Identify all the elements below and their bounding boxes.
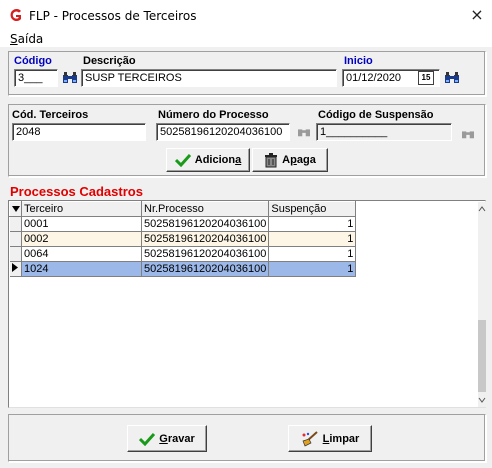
cell-suspensao[interactable]: 1 bbox=[268, 231, 357, 247]
menu-hotkey: S bbox=[10, 32, 18, 46]
calendar-icon[interactable]: 15 bbox=[418, 71, 434, 85]
numero-processo-field[interactable]: 50258196120204036100 bbox=[156, 123, 290, 141]
gravar-button[interactable]: Gravar bbox=[127, 425, 207, 452]
binoculars-icon bbox=[462, 131, 474, 139]
descricao-field[interactable]: SUSP TERCEIROS bbox=[81, 69, 337, 87]
processes-grid[interactable]: Terceiro Nr.Processo Suspenção 0001 5025… bbox=[8, 200, 486, 408]
cell-terceiro[interactable]: 0002 bbox=[21, 231, 142, 247]
scroll-thumb[interactable] bbox=[478, 320, 486, 392]
scroll-up-icon[interactable] bbox=[478, 206, 486, 212]
cell-terceiro[interactable]: 0001 bbox=[21, 216, 142, 232]
adiciona-button[interactable]: Adiciona bbox=[166, 148, 250, 172]
cell-terceiro[interactable]: 0064 bbox=[21, 246, 142, 262]
descricao-label: Descrição bbox=[83, 55, 136, 67]
menu-item-saida[interactable]: Saída bbox=[10, 32, 43, 46]
suspensao-search-button[interactable] bbox=[458, 125, 478, 143]
header-indicator bbox=[9, 201, 22, 217]
inicio-search-button[interactable] bbox=[442, 69, 462, 87]
cell-processo[interactable]: 50258196120204036100 bbox=[141, 216, 270, 232]
codigo-suspensao-label: Código de Suspensão bbox=[318, 109, 434, 121]
column-header-suspensao[interactable]: Suspenção bbox=[268, 201, 357, 217]
scroll-down-icon[interactable] bbox=[478, 397, 486, 403]
cod-terceiros-label: Cód. Terceiros bbox=[12, 109, 89, 121]
limpar-button[interactable]: Limpar bbox=[288, 425, 372, 452]
inicio-date-value: 01/12/2020 bbox=[346, 72, 402, 84]
grid-table: Terceiro Nr.Processo Suspenção 0001 5025… bbox=[9, 201, 357, 277]
broom-icon bbox=[302, 430, 318, 446]
row-indicator bbox=[9, 216, 22, 232]
triangle-right-icon bbox=[12, 263, 19, 272]
apaga-button[interactable]: Apaga bbox=[252, 148, 328, 172]
processo-search-button[interactable] bbox=[294, 123, 314, 141]
trash-icon bbox=[265, 152, 278, 167]
menu-label: aída bbox=[17, 32, 44, 46]
codigo-field[interactable]: 3___ bbox=[14, 69, 58, 87]
apaga-label: Apaga bbox=[282, 154, 316, 166]
codigo-label: Código bbox=[14, 55, 52, 67]
calendar-day: 15 bbox=[421, 73, 431, 82]
cell-suspensao[interactable]: 1 bbox=[268, 216, 357, 232]
vertical-scrollbar[interactable] bbox=[478, 202, 486, 407]
cell-suspensao[interactable]: 1 bbox=[268, 246, 357, 262]
binoculars-icon bbox=[445, 72, 459, 83]
limpar-label: Limpar bbox=[322, 432, 360, 445]
binoculars-icon bbox=[298, 129, 310, 137]
cell-processo[interactable]: 50258196120204036100 bbox=[141, 246, 270, 262]
row-indicator bbox=[9, 246, 22, 262]
cell-terceiro[interactable]: 1024 bbox=[21, 261, 142, 277]
triangle-down-icon bbox=[11, 206, 20, 212]
app-logo-icon bbox=[10, 9, 21, 22]
cell-suspensao[interactable]: 1 bbox=[268, 261, 357, 277]
column-header-terceiro[interactable]: Terceiro bbox=[21, 201, 142, 217]
inicio-label: Inicio bbox=[344, 55, 373, 67]
search-binoculars-button[interactable] bbox=[60, 69, 80, 87]
footer-panel bbox=[8, 414, 486, 462]
close-icon[interactable]: × bbox=[467, 5, 487, 24]
numero-processo-label: Número do Processo bbox=[158, 109, 269, 121]
table-row[interactable]: 0001 50258196120204036100 1 bbox=[9, 216, 357, 232]
binoculars-icon bbox=[63, 72, 77, 83]
table-row-selected[interactable]: 1024 50258196120204036100 1 bbox=[9, 261, 357, 277]
table-row[interactable]: 0064 50258196120204036100 1 bbox=[9, 246, 357, 262]
cell-processo[interactable]: 50258196120204036100 bbox=[141, 231, 270, 247]
menu-bar bbox=[0, 30, 492, 47]
section-title: Processos Cadastros bbox=[10, 184, 143, 199]
codigo-suspensao-field[interactable]: 1__________ bbox=[316, 123, 452, 141]
row-indicator bbox=[9, 231, 22, 247]
grid-header-row: Terceiro Nr.Processo Suspenção bbox=[9, 201, 357, 217]
window-title: FLP - Processos de Terceiros bbox=[29, 9, 197, 23]
column-header-processo[interactable]: Nr.Processo bbox=[140, 201, 270, 217]
table-row[interactable]: 0002 50258196120204036100 1 bbox=[9, 231, 357, 247]
checkmark-icon bbox=[174, 153, 191, 167]
checkmark-icon bbox=[139, 432, 156, 446]
cod-terceiros-field[interactable]: 2048 bbox=[12, 123, 146, 141]
gravar-label: Gravar bbox=[159, 432, 195, 445]
row-indicator bbox=[9, 261, 22, 277]
cell-processo[interactable]: 50258196120204036100 bbox=[141, 261, 270, 277]
adiciona-label: Adiciona bbox=[194, 154, 242, 166]
